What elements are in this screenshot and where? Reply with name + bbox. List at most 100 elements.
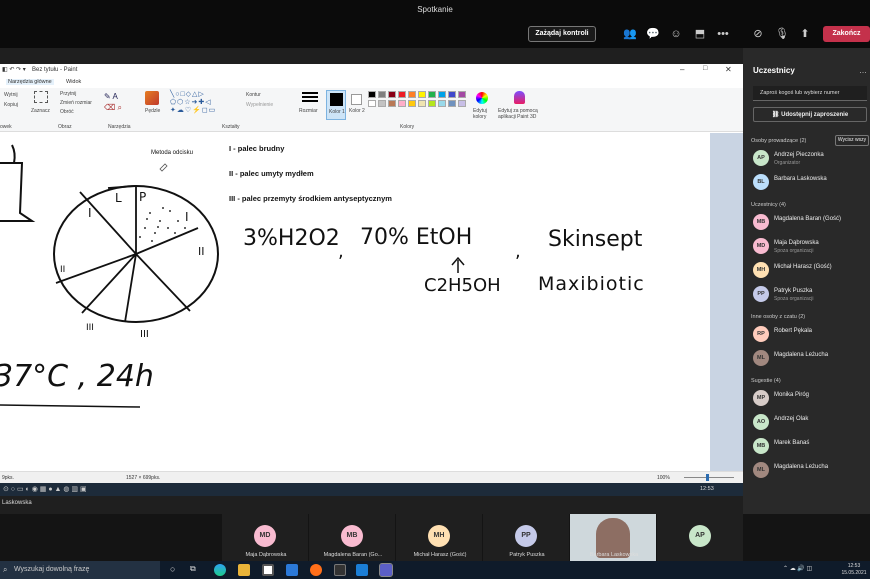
palette-swatch[interactable] [458,91,466,98]
paint3d-icon[interactable] [514,91,525,104]
zoom-slider[interactable] [684,477,734,478]
end-call-button[interactable]: Zakończ [823,26,870,42]
palette-swatch[interactable] [428,100,436,107]
reactions-icon[interactable]: ☺ [668,26,684,42]
palette-swatch[interactable] [398,100,406,107]
participant-row[interactable]: MB Magdalena Baran (Gość) [753,214,869,232]
palette-swatch[interactable] [368,91,376,98]
share-tray-icon[interactable]: ⬆ [797,26,813,42]
participant-row[interactable]: PP Patryk Puszka Spoza organizacji [753,286,869,304]
palette-swatch[interactable] [388,91,396,98]
taskbar-clock[interactable]: 12:53 15.05.2021 [838,563,870,577]
outline-dropdown[interactable]: Kontur [246,92,261,98]
edit-colors-button[interactable]: Edytuj kolory [473,108,495,120]
quick-access-icons[interactable]: ◧ ↶ ↷ ▾ [2,66,26,73]
edit-colors-icon[interactable] [476,92,488,104]
participant-row[interactable]: ML Magdalena Leżucha [753,462,869,480]
share-screen-icon[interactable]: ⬒ [692,26,708,42]
explorer-icon[interactable] [238,564,250,576]
crop-button[interactable]: Przytnij [60,91,76,97]
palette-swatch[interactable] [398,91,406,98]
video-tile[interactable]: PP Patryk Puszka [483,514,569,561]
palette-swatch[interactable] [378,91,386,98]
color2-selector[interactable]: Kolor 2 [348,90,366,120]
participants-icon[interactable]: 👥 [622,26,638,42]
size-icon[interactable] [302,92,318,104]
section-header[interactable]: Uczestnicy (4) [751,202,786,208]
participant-row[interactable]: AO Andrzej Olak [753,414,869,432]
request-control-button[interactable]: Zażądaj kontroli [528,26,596,42]
panel-more-icon[interactable]: … [859,66,867,75]
brushes-button[interactable]: Pędzle [145,108,160,114]
palette-swatch[interactable] [408,91,416,98]
palette-swatch[interactable] [438,100,446,107]
close-icon[interactable]: ✕ [725,65,732,74]
mic-off-icon[interactable]: 🎙 [774,26,790,42]
section-header[interactable]: Sugestie (4) [751,378,781,384]
select-button[interactable]: Zaznacz [31,108,50,114]
teams-icon[interactable] [379,563,393,577]
palette-swatch[interactable] [428,91,436,98]
cortana-icon[interactable]: ○ [170,564,175,574]
palette-swatch[interactable] [388,100,396,107]
maximize-icon[interactable]: □ [703,65,707,72]
terminal-icon[interactable] [334,564,346,576]
minimize-icon[interactable]: – [680,65,684,74]
mail-icon[interactable] [286,564,298,576]
task-view-icon[interactable]: ⧉ [190,564,196,574]
section-header[interactable]: Inne osoby z czatu (2) [751,314,805,320]
palette-swatch[interactable] [418,100,426,107]
participant-row[interactable]: RP Robert Pękala [753,326,869,344]
select-icon[interactable] [34,91,48,103]
section-header[interactable]: Osoby prowadzące (2) [751,138,806,144]
participant-row[interactable]: MH Michał Harasz (Gość) [753,262,869,280]
tab-view[interactable]: Widok [66,79,81,85]
eraser-icon[interactable]: ⌫ ⌕ [104,103,122,113]
video-tile[interactable]: MH Michał Harasz (Gość) [396,514,482,561]
palette-swatch[interactable] [448,91,456,98]
color1-selector[interactable]: Kolor 1 [326,90,346,120]
taskbar-search[interactable]: ⌕ Wyszukaj dowolną frazę [0,561,160,579]
participant-row[interactable]: MD Maja Dąbrowska Spoza organizacji [753,238,869,256]
participant-row[interactable]: MB Marek Banaś [753,438,869,456]
palette-swatch[interactable] [448,100,456,107]
participant-row[interactable]: AP Andrzej Pieczonka Organizator [753,150,869,168]
camera-off-icon[interactable]: ⊘ [750,26,766,42]
brushes-icon[interactable] [145,91,159,105]
firefox-icon[interactable] [310,564,322,576]
vscode-icon[interactable] [356,564,368,576]
video-tile[interactable]: MB Magdalena Baran (Go... [309,514,395,561]
share-invite-button[interactable]: ⛓ Udostępnij zaproszenie [753,107,867,122]
video-tile[interactable]: Barbara Laskowska [570,514,656,561]
tab-home[interactable]: Narzędzia główne [6,79,54,85]
palette-swatch[interactable] [368,100,376,107]
participant-row[interactable]: ML Magdalena Leżucha [753,350,869,368]
palette-swatch[interactable] [438,91,446,98]
participant-row[interactable]: BL Barbara Laskowska [753,174,869,192]
chat-icon[interactable]: 💬 [645,26,661,42]
zoom-thumb[interactable] [706,474,709,481]
more-options-icon[interactable]: ••• [715,26,731,42]
palette-swatch[interactable] [418,91,426,98]
edge-icon[interactable] [214,564,226,576]
rotate-button[interactable]: Obróć [60,109,74,115]
copy-button[interactable]: Kopiuj [4,102,18,108]
store-icon[interactable] [262,564,274,576]
paint3d-button[interactable]: Edytuj za pomocą aplikacji Paint 3D [498,108,544,120]
resize-button[interactable]: Zmień rozmiar [60,100,92,106]
shapes-gallery[interactable]: ╲○□◇△▷ ⬠⬡☆➜✚◁ ✦☁♡⚡◻▭ [170,91,236,119]
participant-row[interactable]: MP Monika Piróg [753,390,869,408]
pencil-icon[interactable]: ✎ A [104,92,118,101]
size-button[interactable]: Rozmiar [299,108,318,114]
palette-swatch[interactable] [378,100,386,107]
tray-icons[interactable]: ⌃ ☁ 🔊 ◫ [783,565,812,572]
palette-swatch[interactable] [458,100,466,107]
video-tile[interactable]: AP [657,514,743,561]
cut-button[interactable]: Wytnij [4,92,18,98]
mute-all-button[interactable]: Wycisz wszy [835,135,869,146]
drawing-canvas[interactable]: Metoda odcisku I - palec brudny II - pal… [0,133,710,471]
video-tile[interactable]: MD Maja Dąbrowska [222,514,308,561]
invite-input[interactable]: Zaproś kogoś lub wybierz numer [753,86,867,101]
fill-dropdown[interactable]: Wypełnienie [246,102,273,108]
palette-swatch[interactable] [408,100,416,107]
